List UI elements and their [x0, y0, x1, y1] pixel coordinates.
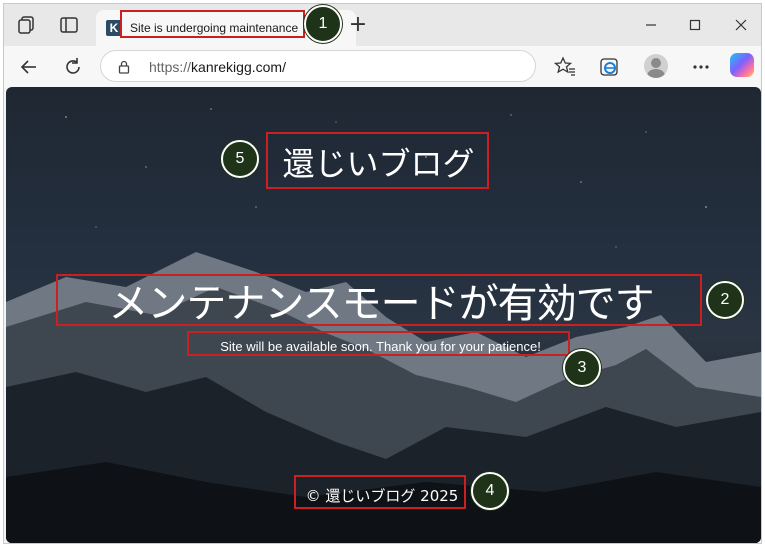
close-icon[interactable] — [730, 14, 752, 36]
url-host: kanrekigg.com/ — [191, 59, 286, 75]
annotation-badge-3: 3 — [563, 349, 601, 387]
annotation-badge-1: 1 — [304, 5, 342, 43]
highlight-box-message — [187, 331, 570, 356]
minimize-icon[interactable] — [640, 14, 662, 36]
plus-icon[interactable]: + — [347, 14, 369, 36]
refresh-icon[interactable] — [60, 54, 86, 80]
back-arrow-icon[interactable] — [16, 54, 42, 80]
tab-strip: K Site is undergoing maintenance + — [4, 4, 761, 46]
profile-avatar-icon[interactable] — [644, 54, 668, 78]
address-bar[interactable]: https://kanrekigg.com/ — [100, 50, 536, 82]
workspaces-icon[interactable] — [16, 14, 38, 36]
favorites-icon[interactable] — [552, 54, 578, 80]
annotation-badge-5: 5 — [221, 140, 259, 178]
highlight-box-tab-title — [120, 10, 305, 38]
maximize-icon[interactable] — [684, 14, 706, 36]
navigation-toolbar: https://kanrekigg.com/ — [4, 46, 761, 88]
copilot-icon[interactable] — [730, 53, 754, 77]
more-icon[interactable] — [688, 54, 714, 80]
tab-actions-icon[interactable] — [58, 14, 80, 36]
edge-icon[interactable] — [596, 54, 622, 80]
url-text: https://kanrekigg.com/ — [149, 59, 286, 75]
highlight-box-headline — [56, 274, 702, 326]
url-scheme: https:// — [149, 59, 192, 75]
lock-icon[interactable] — [117, 59, 131, 74]
annotation-badge-4: 4 — [471, 472, 509, 510]
annotation-badge-2: 2 — [706, 281, 744, 319]
highlight-box-site-name — [266, 132, 489, 189]
highlight-box-footer — [294, 475, 466, 509]
